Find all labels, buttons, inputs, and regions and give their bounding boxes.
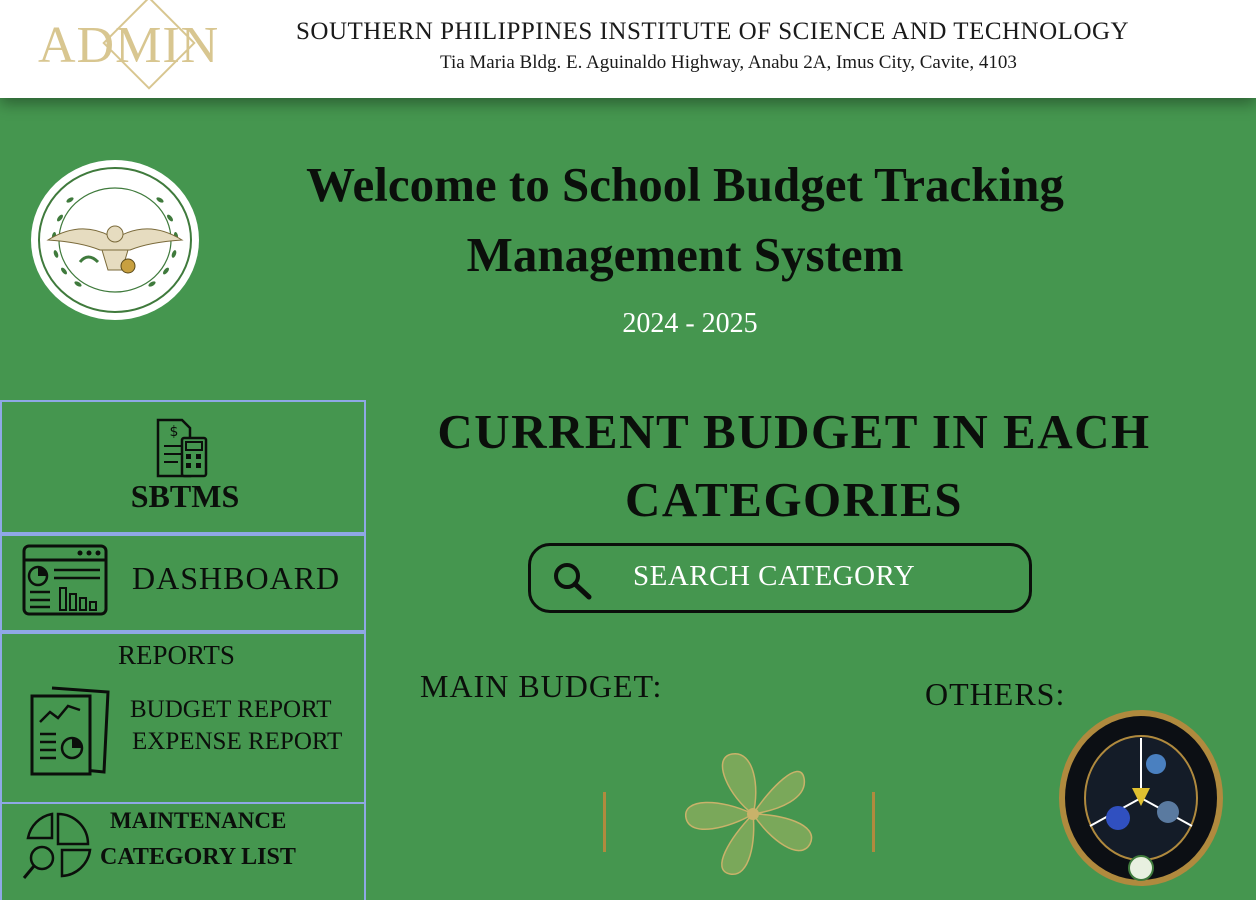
sidebar-reports-section: REPORTS BUDGET REPORT EXPENSE REPORT xyxy=(0,632,366,804)
budget-title-line-1: CURRENT BUDGET IN EACH xyxy=(437,404,1151,459)
school-seal-logo xyxy=(31,160,199,320)
admin-logo-text: ADMIN xyxy=(38,17,220,74)
budget-report-link[interactable]: BUDGET REPORT xyxy=(130,696,332,724)
brand-label: SBTMS xyxy=(130,478,240,514)
maintenance-label: MAINTENANCE xyxy=(110,808,287,833)
admin-logo: ADMIN xyxy=(28,0,258,96)
pie-search-icon xyxy=(22,812,92,879)
dashboard-label: DASHBOARD xyxy=(132,560,341,596)
sidebar-maintenance-section: MAINTENANCE CATEGORY LIST xyxy=(0,802,366,900)
budget-section-title: CURRENT BUDGET IN EACH CATEGORIES xyxy=(404,398,1184,534)
flower-emblem xyxy=(685,753,813,875)
college-engineering-seal xyxy=(1059,710,1223,886)
others-label: OTHERS: xyxy=(925,676,1066,712)
left-divider xyxy=(603,792,606,852)
welcome-line-2: Management System xyxy=(466,227,904,282)
institution-name: SOUTHERN PHILIPPINES INSTITUTE OF SCIENC… xyxy=(296,18,1130,45)
search-placeholder: SEARCH CATEGORY xyxy=(633,560,916,592)
school-year: 2024 - 2025 xyxy=(622,308,758,339)
institution-address: Tia Maria Bldg. E. Aguinaldo Highway, An… xyxy=(440,52,1017,73)
calculator-document-icon: $ xyxy=(156,418,208,478)
top-header: ADMIN SOUTHERN PHILIPPINES INSTITUTE OF … xyxy=(0,0,1256,98)
dashboard-window-icon xyxy=(22,544,108,616)
right-divider xyxy=(872,792,875,852)
search-category-input[interactable]: SEARCH CATEGORY xyxy=(528,543,1032,613)
category-list-link[interactable]: CATEGORY LIST xyxy=(100,844,296,871)
main-budget-label: MAIN BUDGET: xyxy=(420,668,663,704)
expense-report-link[interactable]: EXPENSE REPORT xyxy=(132,728,342,756)
report-chart-icon xyxy=(30,686,110,776)
welcome-heading: Welcome to School Budget Tracking Manage… xyxy=(240,150,1130,290)
budget-title-line-2: CATEGORIES xyxy=(624,472,964,527)
welcome-line-1: Welcome to School Budget Tracking xyxy=(306,157,1064,212)
reports-title: REPORTS xyxy=(118,640,235,670)
sidebar: $ SBTMS DASHBOARD REPORTS BUDGET REPORT … xyxy=(0,400,370,900)
svg-text:$: $ xyxy=(170,424,179,440)
sidebar-brand[interactable]: $ SBTMS xyxy=(0,400,366,534)
sidebar-item-dashboard[interactable]: DASHBOARD xyxy=(0,534,366,632)
search-icon xyxy=(554,563,592,600)
